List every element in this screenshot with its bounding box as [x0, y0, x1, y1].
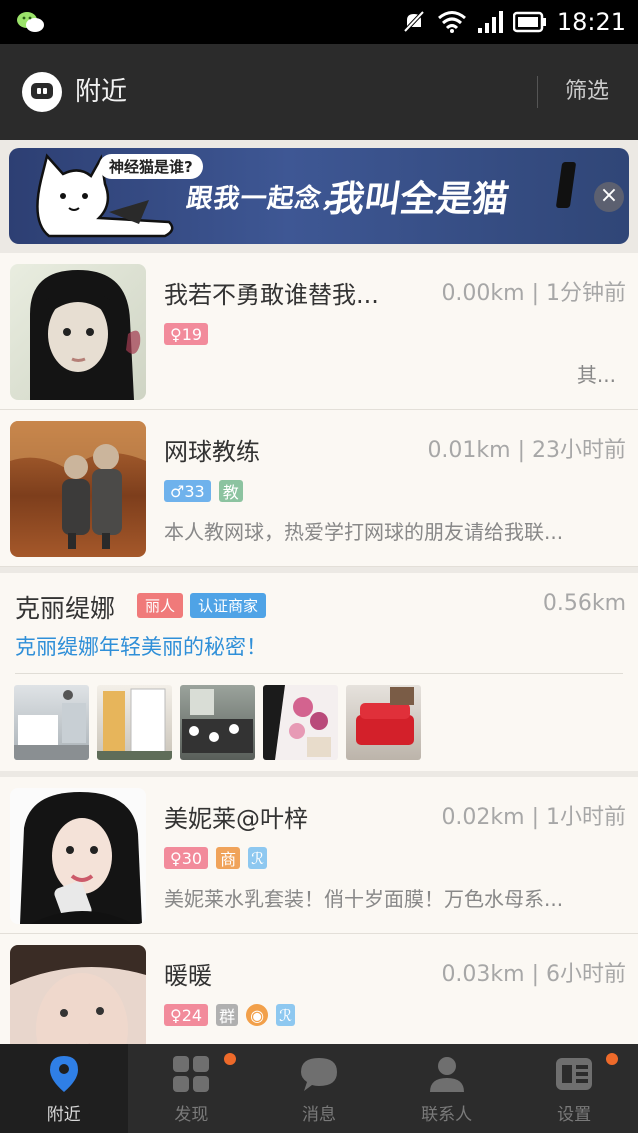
tab-label: 联系人: [421, 1105, 473, 1125]
person-icon: [429, 1057, 464, 1092]
user-bio: 其...: [576, 363, 616, 387]
avatar-image: [30, 270, 141, 400]
avatar[interactable]: [10, 788, 146, 924]
merchant-badge: 商: [216, 847, 241, 869]
nearby-list-container[interactable]: 神经猫是谁? 跟我一起念， 我叫全是猫 × 我若不勇敢谁替我... 0.00km…: [0, 140, 638, 1044]
merchant-distance: 0.56km: [542, 591, 626, 616]
tab-nearby[interactable]: 附近: [0, 1044, 128, 1133]
tab-settings[interactable]: 设置: [510, 1044, 638, 1133]
distance-time: 0.00km | 1分钟前: [441, 281, 626, 306]
notification-dot: [606, 1053, 619, 1065]
avatar[interactable]: [10, 264, 146, 400]
bottom-tab-bar: 附近 发现 消息 联系人 设置: [0, 1044, 638, 1133]
wechat-icon: [17, 12, 44, 32]
tab-contacts[interactable]: 联系人: [383, 1044, 511, 1133]
avatar[interactable]: [10, 421, 146, 557]
avatar[interactable]: [10, 945, 146, 1044]
list-item[interactable]: 美妮莱@叶梓 0.02km | 1小时前 ♀30 商 ℛ 美妮莱水乳套装！俏十岁…: [0, 777, 638, 934]
weibo-icon: ◉: [246, 1004, 269, 1026]
distance-time: 0.03km | 6小时前: [441, 962, 626, 987]
header-divider: [537, 76, 538, 108]
tab-messages[interactable]: 消息: [255, 1044, 383, 1133]
user-tags: ♂33 教: [164, 480, 243, 502]
filter-button[interactable]: 筛选: [565, 74, 609, 110]
user-bio: 美妮莱水乳套装！俏十岁面膜！万色水母系...: [164, 887, 564, 911]
banner-line2: 我叫全是猫: [325, 179, 512, 220]
merchant-photo[interactable]: [263, 685, 338, 760]
group-badge: 群: [216, 1004, 239, 1026]
user-bio: 本人教网球，热爱学打网球的朋友请给我联...: [164, 520, 564, 544]
pp-app-icon: ℛ: [276, 1004, 295, 1026]
user-tags: ♀19: [164, 323, 209, 345]
verified-merchant-badge: 认证商家: [190, 593, 267, 618]
pp-app-icon: ℛ: [248, 847, 267, 869]
merchant-photo[interactable]: [97, 685, 172, 760]
divider: [15, 673, 623, 674]
user-name: 我若不勇敢谁替我...: [164, 281, 379, 309]
status-time: 18:21: [556, 8, 626, 36]
list-item[interactable]: 暖暖 0.03km | 6小时前 ♀24 群 ◉ ℛ: [0, 934, 638, 1044]
teacher-badge: 教: [218, 480, 243, 502]
distance-time: 0.01km | 23小时前: [427, 438, 626, 463]
wifi-icon: [437, 11, 466, 33]
list-item[interactable]: 我若不勇敢谁替我... 0.00km | 1分钟前 ♀19 其...: [0, 253, 638, 410]
user-name: 暖暖: [164, 962, 212, 990]
banner-bubble-text: 神经猫是谁?: [99, 154, 203, 179]
user-name: 网球教练: [164, 438, 260, 466]
merchant-photo[interactable]: [14, 685, 89, 760]
tab-label: 附近: [46, 1105, 81, 1125]
gender-age-badge: ♀24: [164, 1004, 209, 1026]
status-bar: 18:21: [0, 0, 638, 44]
merchant-name: 克丽缇娜: [15, 594, 116, 623]
notification-dot: [223, 1053, 236, 1065]
mute-icon: [403, 10, 425, 33]
chat-bubble-icon: [300, 1058, 337, 1091]
banner-exclamation: [555, 162, 577, 208]
merchant-photo[interactable]: [180, 685, 255, 760]
battery-icon: [512, 11, 546, 33]
gender-age-badge: ♀19: [164, 323, 209, 345]
gender-age-badge: ♀30: [164, 847, 209, 869]
avatar-image: [20, 792, 142, 924]
tab-label: 设置: [557, 1105, 592, 1125]
user-name: 美妮莱@叶梓: [164, 805, 308, 833]
merchant-photos: [14, 685, 421, 760]
location-pin-icon: [49, 1056, 78, 1092]
app-logo-icon[interactable]: [22, 72, 62, 112]
tab-discover[interactable]: 发现: [128, 1044, 256, 1133]
merchant-photo[interactable]: [346, 685, 421, 760]
promo-banner[interactable]: 神经猫是谁? 跟我一起念， 我叫全是猫 ×: [9, 148, 629, 244]
merchant-slogan[interactable]: 克丽缇娜年轻美丽的秘密！: [15, 631, 267, 661]
people-list: 我若不勇敢谁替我... 0.00km | 1分钟前 ♀19 其... 网球教练 …: [0, 253, 638, 1044]
tab-label: 发现: [174, 1105, 209, 1125]
gender-age-badge: ♂33: [164, 480, 211, 502]
list-item[interactable]: 网球教练 0.01km | 23小时前 ♂33 教 本人教网球，热爱学打网球的朋…: [0, 410, 638, 567]
settings-card-icon: [556, 1058, 593, 1090]
distance-time: 0.02km | 1小时前: [441, 805, 626, 830]
banner-close-button[interactable]: ×: [594, 182, 624, 212]
user-tags: ♀30 商 ℛ: [164, 847, 267, 869]
avatar-image: [10, 945, 146, 1044]
user-tags: ♀24 群 ◉ ℛ: [164, 1004, 295, 1026]
signal-icon: [477, 11, 503, 33]
avatar-image: [10, 421, 146, 549]
category-badge: 丽人: [137, 593, 184, 618]
merchant-card[interactable]: 克丽缇娜 丽人 认证商家 0.56km 克丽缇娜年轻美丽的秘密！: [0, 567, 638, 777]
app-header: 附近 筛选: [0, 44, 638, 140]
page-title: 附近: [75, 77, 128, 107]
grid-icon: [173, 1056, 210, 1092]
tab-label: 消息: [301, 1105, 336, 1125]
